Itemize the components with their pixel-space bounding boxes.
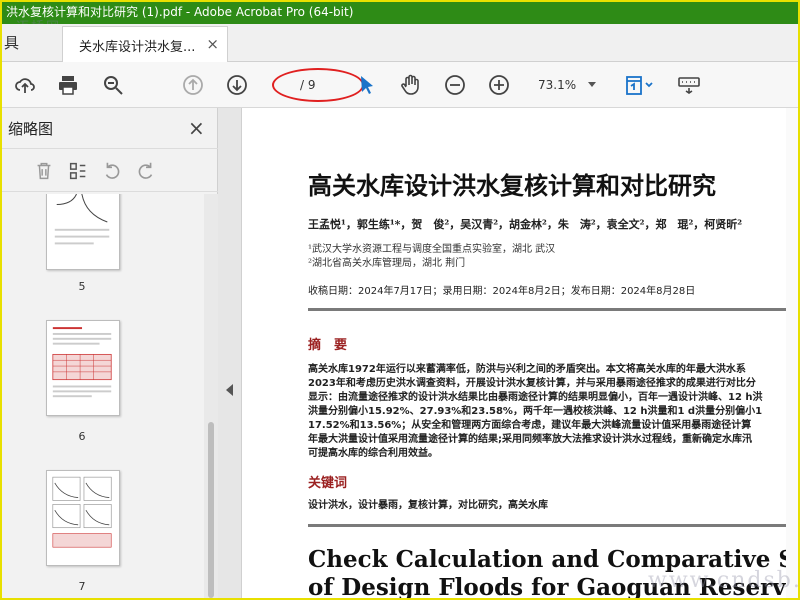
page-thumbnail[interactable] [46,320,120,416]
chevron-down-icon [588,82,596,87]
annotation-ellipse [272,68,364,102]
zoom-value: 73.1% [538,78,577,92]
abstract-line: 2023年和考虑历史洪水调查资料，开展设计洪水复核计算，并与采用暴雨途径推求的成… [308,378,756,389]
toolbar: / 9 73.1% [2,62,798,108]
panel-collapse-handle[interactable] [218,108,242,598]
abstract-line: 17.52%和13.56%；从安全和管理两方面综合考虑，建议年最大洪峰流量设计值… [308,420,752,431]
scrollbar-thumb[interactable] [208,422,214,598]
divider [308,308,798,311]
fit-page-icon[interactable] [622,72,658,98]
affiliation-1: ¹武汉大学水资源工程与调度全国重点实验室，湖北 武汉 [308,244,556,255]
close-icon[interactable]: × [188,116,205,140]
thumbnail-scrollbar[interactable] [204,194,218,598]
page-thumbnail[interactable] [46,470,120,566]
abstract-line: 高关水库1972年运行以来蓄满率低，防洪与兴利之间的矛盾突出。本文将高关水库的年… [308,364,746,375]
page-thumbnail[interactable] [46,194,120,270]
paper-dates: 收稿日期：2024年7月17日；录用日期：2024年8月2日；发布日期：2024… [308,286,696,297]
trash-icon[interactable] [32,159,56,183]
search-zoom-icon[interactable] [100,72,126,98]
chevron-left-icon [226,384,233,396]
document-view[interactable]: 高关水库设计洪水复核计算和对比研究 王孟悦¹，郭生练¹*，贺 俊²，吴汉青²，胡… [242,108,798,598]
abstract-line: 洪量分别偏小15.92%、27.93%和23.58%，两千年一遇校核洪峰、12 … [308,406,763,417]
abstract-line: 可提高水库的综合利用效益。 [308,448,438,459]
page-up-icon[interactable] [180,72,206,98]
zoom-in-icon[interactable] [486,72,512,98]
rotate-left-icon[interactable] [100,159,124,183]
affiliation-2: ²湖北省高关水库管理局，湖北 荆门 [308,258,466,269]
zoom-out-icon[interactable] [442,72,468,98]
tab-row: 具 关水库设计洪水复... × [2,24,798,62]
document-scrollbar[interactable] [786,108,798,598]
paper-authors: 王孟悦¹，郭生练¹*，贺 俊²，吴汉青²，胡金林²，朱 涛²，袁全文²，郑 琨²… [308,218,743,231]
zoom-select[interactable]: 73.1% [530,74,602,96]
panel-title: 缩略图 [8,120,54,138]
keywords: 设计洪水，设计暴雨，复核计算，对比研究，高关水库 [308,500,548,511]
keyboard-icon[interactable] [676,72,702,98]
tab-close-icon[interactable]: × [206,35,219,53]
tab-tools[interactable]: 具 [4,32,19,53]
abstract-heading: 摘 要 [308,338,348,353]
window-title-bar: 洪水复核计算和对比研究 (1).pdf - Adobe Acrobat Pro … [2,2,798,24]
keywords-heading: 关键词 [308,476,348,491]
thumbnail-list: 5 6 7 [2,194,218,598]
tab-document[interactable]: 关水库设计洪水复... × [62,26,228,62]
abstract-line: 年最大洪量设计值采用流量途径计算的结果;采用同频率放大法推求设计洪水过程线，重新… [308,434,752,445]
thumbnail-page-number: 6 [78,430,86,443]
insert-page-icon[interactable] [66,159,90,183]
paper-title: 高关水库设计洪水复核计算和对比研究 [308,171,716,200]
thumbnail-toolbar [2,148,218,192]
hand-icon[interactable] [398,72,424,98]
page-down-icon[interactable] [224,72,250,98]
thumbnail-page-number: 7 [78,580,86,593]
abstract-line: 显示：由流量途径推求的设计洪水结果比由暴雨途径计算的结果明显偏小，百年一遇设计洪… [308,392,763,403]
thumbnail-page-number: 5 [78,280,86,293]
divider [308,524,798,527]
tab-document-label: 关水库设计洪水复... [79,40,196,55]
print-icon[interactable] [55,72,81,98]
rotate-right-icon[interactable] [134,159,158,183]
watermark-bottom: www.cndsb.com [648,568,800,593]
upload-icon[interactable] [12,72,38,98]
select-cursor-icon[interactable] [354,72,380,98]
thumbnail-panel: 缩略图 × 5 6 7 [2,108,218,598]
